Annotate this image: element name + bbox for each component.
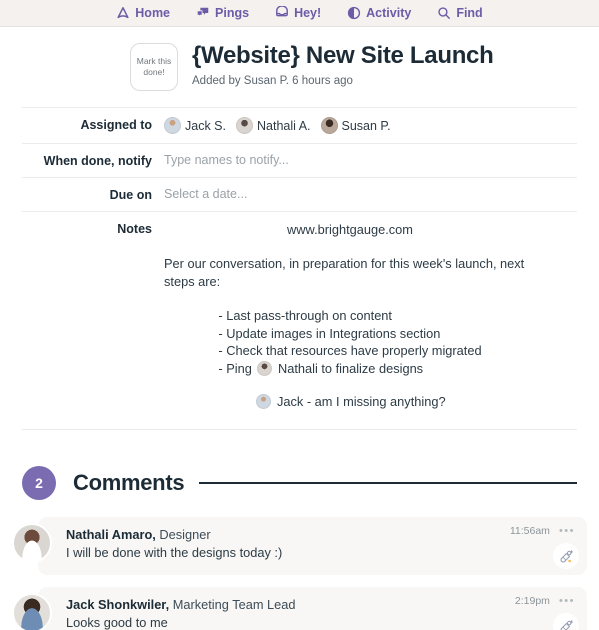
assignee-susan[interactable]: Susan P. bbox=[320, 117, 391, 134]
notes-bullet: - Check that resources have properly mig… bbox=[218, 343, 482, 358]
notes-bullet-mention: - Ping Nathali to finalize designs bbox=[218, 360, 481, 378]
notes-bullet: - Last pass-through on content bbox=[218, 308, 392, 323]
comment-author-role: Designer bbox=[155, 527, 211, 542]
comment-meta: 2:19pm ••• bbox=[515, 595, 575, 607]
notes-closing-mention: Jack - am I missing anything? bbox=[254, 393, 446, 411]
top-navigation: Home Pings Hey! Activity Find bbox=[0, 0, 599, 27]
boost-icon bbox=[559, 619, 574, 630]
task-fields: Assigned to Jack S. Nathali A. Susan P. … bbox=[0, 107, 599, 430]
field-due-on: Due on Select a date... bbox=[22, 177, 577, 211]
avatar-jack bbox=[256, 394, 272, 409]
notes-paragraph: Per our conversation, in preparation for… bbox=[164, 256, 525, 289]
comment-author-name: Jack Shonkwiler, bbox=[66, 597, 170, 612]
comment-more-options-icon[interactable]: ••• bbox=[559, 525, 575, 537]
comments-list: Nathali Amaro, Designer I will be done w… bbox=[12, 517, 587, 630]
comment-more-options-icon[interactable]: ••• bbox=[559, 595, 575, 607]
field-value-assigned-to: Jack S. Nathali A. Susan P. bbox=[164, 117, 401, 134]
notes-link[interactable]: www.brightgauge.com bbox=[287, 221, 413, 239]
nav-item-pings[interactable]: Pings bbox=[196, 6, 249, 20]
task-byline: Added by Susan P. 6 hours ago bbox=[192, 75, 353, 87]
inbox-icon bbox=[275, 6, 289, 20]
task-detail-page: Mark this done! {Website} New Site Launc… bbox=[0, 27, 599, 630]
comment-author-line: Nathali Amaro, Designer bbox=[66, 527, 573, 542]
nav-item-home[interactable]: Home bbox=[116, 6, 170, 20]
assignee-name: Jack S. bbox=[185, 118, 226, 133]
avatar-nathali bbox=[257, 360, 273, 376]
avatar-susan bbox=[320, 117, 338, 134]
nav-label-hey: Hey! bbox=[294, 5, 322, 20]
avatar-jack bbox=[164, 117, 181, 134]
comment-meta: 11:56am ••• bbox=[510, 525, 575, 537]
comment-item: Nathali Amaro, Designer I will be done w… bbox=[12, 517, 587, 575]
nav-item-hey[interactable]: Hey! bbox=[275, 6, 321, 20]
notes-bullet: - Update images in Integrations section bbox=[218, 325, 441, 341]
notes-closing-text: Jack - am I missing anything? bbox=[277, 394, 446, 409]
notes-bullet-list: - Last pass-through on content - Update … bbox=[218, 307, 482, 378]
field-label-notes: Notes bbox=[117, 222, 152, 236]
avatar-jack-shonkwiler[interactable] bbox=[12, 593, 52, 630]
search-icon bbox=[437, 6, 451, 20]
field-label-notify: When done, notify bbox=[43, 154, 152, 168]
page-title: {Website} New Site Launch bbox=[192, 42, 494, 69]
nav-label-activity: Activity bbox=[366, 5, 412, 20]
assignee-jack[interactable]: Jack S. bbox=[164, 117, 226, 134]
task-title-block: {Website} New Site Launch Added by Susan… bbox=[192, 41, 494, 87]
assignee-name: Susan P. bbox=[341, 118, 391, 133]
home-icon bbox=[116, 6, 130, 20]
field-label-assigned-to: Assigned to bbox=[80, 118, 152, 132]
mark-this-done-button[interactable]: Mark this done! bbox=[130, 43, 178, 91]
comment-author-line: Jack Shonkwiler, Marketing Team Lead bbox=[66, 597, 573, 612]
comment-text: I will be done with the designs today :) bbox=[66, 545, 283, 560]
comment-author-name: Nathali Amaro, bbox=[66, 527, 156, 542]
notes-bullet-prefix: - Ping bbox=[218, 360, 252, 376]
mark-this-done-label: Mark this done! bbox=[136, 56, 172, 77]
nav-label-home: Home bbox=[135, 5, 171, 20]
comment-text: Looks good to me bbox=[66, 615, 168, 630]
boost-icon bbox=[559, 549, 574, 564]
nav-label-pings: Pings bbox=[215, 5, 250, 20]
field-notify: When done, notify Type names to notify..… bbox=[22, 143, 577, 177]
field-label-due-on: Due on bbox=[109, 188, 152, 202]
comments-divider bbox=[199, 482, 577, 484]
field-assigned-to: Assigned to Jack S. Nathali A. Susan P. bbox=[22, 107, 577, 143]
assignee-name: Nathali A. bbox=[257, 118, 311, 133]
due-date-input[interactable]: Select a date... bbox=[164, 187, 247, 201]
comment-timestamp: 2:19pm bbox=[514, 595, 550, 607]
comments-title: Comments bbox=[73, 470, 185, 495]
task-header: Mark this done! {Website} New Site Launc… bbox=[0, 27, 599, 91]
field-notes: Notes www.brightgauge.com Per our conver… bbox=[22, 211, 577, 430]
comments-header: 2 Comments bbox=[22, 466, 577, 500]
avatar-nathali-amaro[interactable] bbox=[12, 523, 52, 563]
comments-count-badge: 2 bbox=[22, 466, 56, 500]
comment-timestamp: 11:56am bbox=[509, 525, 550, 537]
comment-author-role: Marketing Team Lead bbox=[169, 597, 296, 612]
comment-bubble: Nathali Amaro, Designer I will be done w… bbox=[38, 517, 587, 575]
notes-bullet-suffix: Nathali to finalize designs bbox=[277, 360, 424, 376]
notify-input[interactable]: Type names to notify... bbox=[164, 153, 289, 167]
nav-item-find[interactable]: Find bbox=[437, 5, 483, 20]
assignee-nathali[interactable]: Nathali A. bbox=[236, 117, 311, 134]
notes-content[interactable]: www.brightgauge.com Per our conversation… bbox=[164, 221, 536, 411]
boost-button[interactable] bbox=[553, 613, 579, 630]
boost-button[interactable] bbox=[553, 543, 579, 569]
nav-label-find: Find bbox=[456, 5, 483, 20]
pings-icon bbox=[196, 6, 210, 20]
comment-bubble: Jack Shonkwiler, Marketing Team Lead Loo… bbox=[38, 587, 587, 630]
comment-item: Jack Shonkwiler, Marketing Team Lead Loo… bbox=[12, 587, 587, 630]
activity-icon bbox=[347, 6, 361, 20]
avatar-nathali bbox=[236, 117, 253, 134]
nav-item-activity[interactable]: Activity bbox=[347, 6, 411, 20]
